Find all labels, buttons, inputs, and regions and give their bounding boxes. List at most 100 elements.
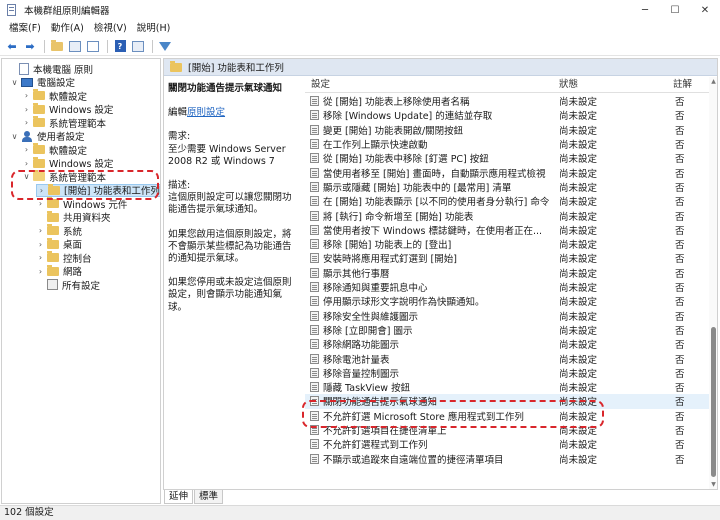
setting-state: 尚未設定 [559,182,598,194]
expand-chevron-icon[interactable]: › [36,226,45,235]
tree-item[interactable]: 共用資料夾 [36,210,111,224]
table-row[interactable]: 當使用者按下 Windows 標誌鍵時，在使用者正在... 尚未設定 否 [305,223,709,237]
menu-view[interactable]: 檢視(V) [89,20,132,37]
tree-item[interactable]: › 軟體設定 [22,143,87,157]
menu-action[interactable]: 動作(A) [46,20,89,37]
expand-chevron-icon[interactable]: › [22,91,31,100]
tree-item[interactable]: › 系統 [36,224,82,238]
edit-policy-link[interactable]: 原則設定 [187,107,225,118]
title-bar: 本機群組原則編輯器 ─ ☐ ✕ [0,0,720,20]
scroll-up-icon[interactable]: ▲ [710,78,717,85]
table-row[interactable]: 從 [開始] 功能表中移除 [釘選 PC] 按鈕 尚未設定 否 [305,151,709,165]
table-row[interactable]: 將 [執行] 命令新增至 [開始] 功能表 尚未設定 否 [305,208,709,223]
table-row[interactable]: 移除通知與重要訊息中心 尚未設定 否 [305,280,709,294]
tree-item[interactable]: ∨ 電腦設定 [10,76,75,89]
folder-icon [47,264,59,276]
collapse-chevron-icon[interactable]: ∨ [10,78,19,87]
document-icon [19,62,29,75]
show-tree-icon[interactable] [67,38,83,54]
filter-icon[interactable] [157,38,173,54]
tree-item-label: 使用者設定 [37,132,85,144]
table-row[interactable]: 不允許釘選項目在捷徑清單上 尚未設定 否 [305,423,709,437]
tree-item[interactable]: › 控制台 [36,251,92,265]
table-row[interactable]: 安裝時將應用程式釘選到 [開始] 尚未設定 否 [305,251,709,265]
expand-chevron-icon[interactable]: › [36,253,45,262]
table-row[interactable]: 隱藏 TaskView 按鈕 尚未設定 否 [305,380,709,394]
minimize-button[interactable]: ─ [630,0,660,20]
setting-name: 不允許釘選程式到工作列 [323,440,428,452]
maximize-button[interactable]: ☐ [660,0,690,20]
toolbar: ⬅ ➡ ? [0,37,720,56]
back-arrow-icon[interactable]: ⬅ [4,38,20,54]
tree-item[interactable]: › 軟體設定 [22,89,87,103]
export-list-icon[interactable] [85,38,101,54]
table-row[interactable]: 顯示或隱藏 [開始] 功能表中的 [最常用] 清單 尚未設定 否 [305,180,709,194]
table-row[interactable]: 關閉功能通告提示氣球通知 尚未設定 否 [305,394,709,409]
details-header: [開始] 功能表和工作列 [164,59,717,76]
scroll-down-icon[interactable]: ▼ [710,481,717,488]
setting-name: 當使用者移至 [開始] 畫面時，自動顯示應用程式檢視 [323,168,546,180]
properties-icon[interactable] [130,38,146,54]
table-row[interactable]: 變更 [開始] 功能表開啟/關閉按鈕 尚未設定 否 [305,123,709,137]
up-folder-icon[interactable] [49,38,65,54]
expand-chevron-icon[interactable]: › [37,186,46,195]
tree-item[interactable]: 本機電腦 原則 [8,62,93,76]
policy-setting-icon [310,382,319,393]
table-row[interactable]: 移除安全性與維護圖示 尚未設定 否 [305,309,709,323]
tab-standard[interactable]: 標準 [194,490,224,504]
table-row[interactable]: 不顯示或追蹤來自遠端位置的捷徑清單項目 尚未設定 否 [305,452,709,466]
table-row[interactable]: 移除 [立即開會] 圖示 尚未設定 否 [305,323,709,337]
expand-chevron-icon[interactable]: › [22,105,31,114]
tree-item[interactable]: › Windows 設定 [22,102,113,116]
table-row[interactable]: 當使用者移至 [開始] 畫面時，自動顯示應用程式檢視 尚未設定 否 [305,166,709,180]
tree-item[interactable]: 所有設定 [36,278,100,292]
tree-item[interactable]: › Windows 元件 [36,197,127,211]
collapse-chevron-icon[interactable]: ∨ [10,132,19,141]
setting-state: 尚未設定 [559,240,598,252]
tree-item[interactable]: › Windows 設定 [22,156,113,170]
table-row[interactable]: 移除 [Windows Update] 的連結並存取 尚未設定 否 [305,108,709,122]
setting-comment: 否 [675,140,685,152]
table-row[interactable]: 不允許釘選 Microsoft Store 應用程式到工作列 尚未設定 否 [305,409,709,423]
folder-icon [47,210,59,222]
table-row[interactable]: 移除電池計量表 尚未設定 否 [305,351,709,366]
scrollbar-thumb[interactable] [711,327,716,477]
setting-name: 移除音量控制圖示 [323,368,400,380]
help-icon[interactable]: ? [112,38,128,54]
table-row[interactable]: 在工作列上顯示快速啟動 尚未設定 否 [305,137,709,151]
table-row[interactable]: 移除音量控制圖示 尚未設定 否 [305,366,709,380]
column-header-comment[interactable]: 註解 [673,77,692,92]
tab-extended[interactable]: 延伸 [164,490,194,504]
table-row[interactable]: 移除網路功能圖示 尚未設定 否 [305,337,709,351]
expand-chevron-icon[interactable]: › [36,267,45,276]
table-row[interactable]: 在 [開始] 功能表顯示 [以不同的使用者身分執行] 命令 尚未設定 否 [305,194,709,208]
expand-chevron-icon[interactable]: › [36,199,45,208]
table-row[interactable]: 不允許釘選程式到工作列 尚未設定 否 [305,437,709,451]
menu-file[interactable]: 檔案(F) [4,20,46,37]
setting-name: 隱藏 TaskView 按鈕 [323,383,411,395]
forward-arrow-icon[interactable]: ➡ [22,38,38,54]
expand-chevron-icon[interactable]: › [22,159,31,168]
tree-item[interactable]: › 桌面 [36,237,82,251]
tree-item[interactable]: › [開始] 功能表和工作列 [36,183,160,197]
tree-item[interactable]: ∨ 系統管理範本 [22,170,106,184]
tree-item[interactable]: › 系統管理範本 [22,116,106,130]
expand-chevron-icon[interactable]: › [22,118,31,127]
tree-item[interactable]: › 網路 [36,264,82,278]
menu-help[interactable]: 說明(H) [132,20,176,37]
table-row[interactable]: 移除 [開始] 功能表上的 [登出] 尚未設定 否 [305,237,709,251]
table-row[interactable]: 顯示其他行事曆 尚未設定 否 [305,266,709,280]
expand-chevron-icon[interactable]: › [36,240,45,249]
table-row[interactable]: 停用顯示球形文字說明作為快顯通知。 尚未設定 否 [305,294,709,308]
column-header-setting[interactable]: 設定 [311,77,330,92]
vertical-scrollbar[interactable]: ▲ ▼ [709,77,717,489]
expand-chevron-icon[interactable]: › [22,145,31,154]
close-button[interactable]: ✕ [690,0,720,20]
tree-item[interactable]: ∨ 使用者設定 [10,130,85,144]
setting-state: 尚未設定 [559,168,598,180]
collapse-chevron-icon[interactable]: ∨ [22,172,31,181]
policy-setting-icon [310,253,319,264]
table-row[interactable]: 從 [開始] 功能表上移除使用者名稱 尚未設定 否 [305,94,709,108]
column-header-state[interactable]: 狀態 [559,77,578,92]
setting-state: 尚未設定 [559,397,598,409]
